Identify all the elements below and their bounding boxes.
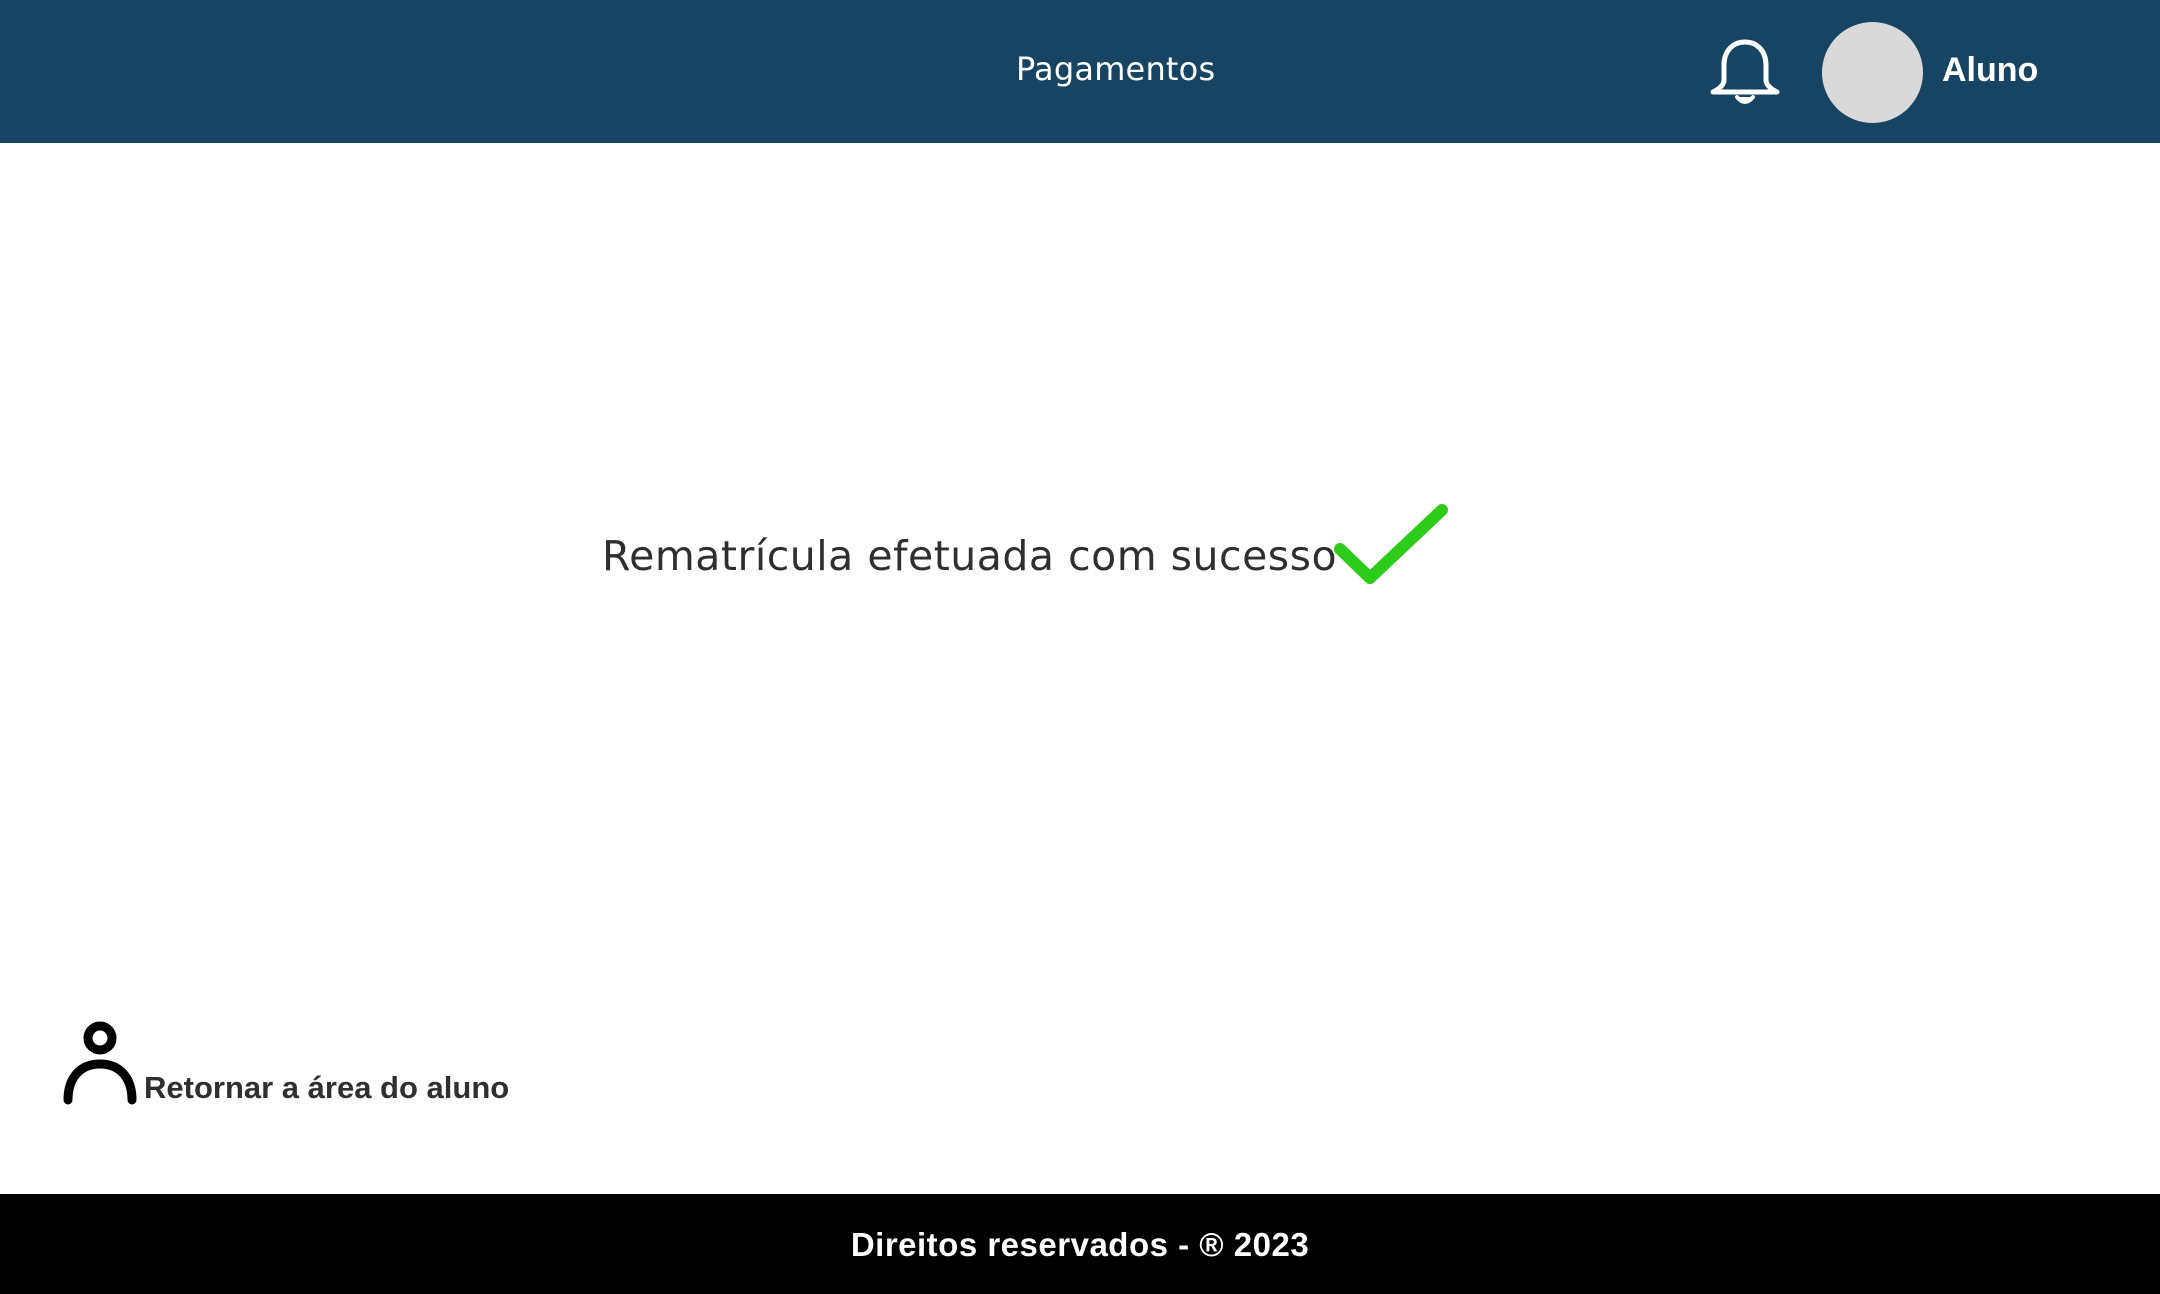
footer: Direitos reservados - ® 2023 (0, 1194, 2160, 1294)
footer-copyright: Direitos reservados - ® 2023 (850, 1226, 1310, 1263)
avatar[interactable] (1822, 22, 1923, 123)
return-to-student-area-link[interactable]: Retornar a área do aluno (60, 1016, 509, 1106)
person-icon (63, 1021, 137, 1105)
success-message: Rematrícula efetuada com sucesso (602, 532, 1338, 580)
nav-link-pagamentos[interactable]: Pagamentos (1016, 50, 1215, 88)
top-bar: Pagamentos Aluno (0, 0, 2160, 143)
return-link-label[interactable]: Retornar a área do aluno (144, 1070, 509, 1106)
bell-icon[interactable] (1708, 36, 1782, 108)
checkmark-icon (1334, 504, 1448, 584)
user-name[interactable]: Aluno (1942, 51, 2038, 90)
